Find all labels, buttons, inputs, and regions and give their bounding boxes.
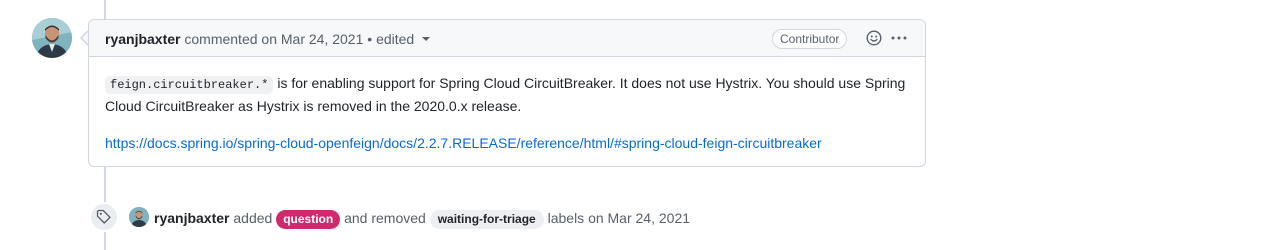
tag-icon-badge — [89, 202, 119, 232]
separator-dot: • — [367, 31, 373, 47]
comment-paragraph: feign.circuitbreaker.* is for enabling s… — [105, 73, 909, 117]
avatar[interactable] — [32, 18, 72, 58]
event-author[interactable]: ryanjbaxter — [154, 210, 229, 226]
event-avatar-image — [129, 207, 149, 227]
tag-icon — [96, 209, 111, 224]
comment-action: commented on — [184, 31, 277, 47]
label-question[interactable]: question — [276, 209, 341, 229]
kebab-icon[interactable] — [890, 30, 908, 46]
event-text: ryanjbaxter added question and removed w… — [154, 209, 690, 229]
smiley-icon[interactable] — [866, 30, 882, 46]
inline-code: feign.circuitbreaker.* — [105, 76, 274, 94]
chevron-down-icon — [422, 37, 431, 41]
contributor-badge: Contributor — [772, 29, 848, 49]
label-waiting-for-triage[interactable]: waiting-for-triage — [429, 209, 544, 229]
docs-link[interactable]: https://docs.spring.io/spring-cloud-open… — [105, 135, 822, 151]
comment-link-paragraph: https://docs.spring.io/spring-cloud-open… — [105, 133, 909, 154]
edited-dropdown[interactable]: edited — [376, 31, 431, 47]
comment-author[interactable]: ryanjbaxter — [105, 31, 180, 47]
event-suffix: labels on Mar 24, 2021 — [547, 210, 691, 226]
comment-header: ryanjbaxter commented on Mar 24, 2021 • … — [89, 20, 925, 57]
edited-label: edited — [376, 31, 415, 47]
event-avatar[interactable] — [129, 207, 149, 227]
comment-header-text: ryanjbaxter commented on Mar 24, 2021 • … — [105, 31, 431, 47]
comment-box: ryanjbaxter commented on Mar 24, 2021 • … — [88, 19, 926, 167]
event-added-text: added — [233, 210, 273, 226]
avatar-image — [32, 18, 72, 58]
comment-date[interactable]: Mar 24, 2021 — [281, 31, 364, 47]
event-removed-text: and removed — [344, 210, 426, 226]
comment-body: feign.circuitbreaker.* is for enabling s… — [89, 57, 925, 154]
label-event: ryanjbaxter added question and removed w… — [89, 202, 989, 232]
